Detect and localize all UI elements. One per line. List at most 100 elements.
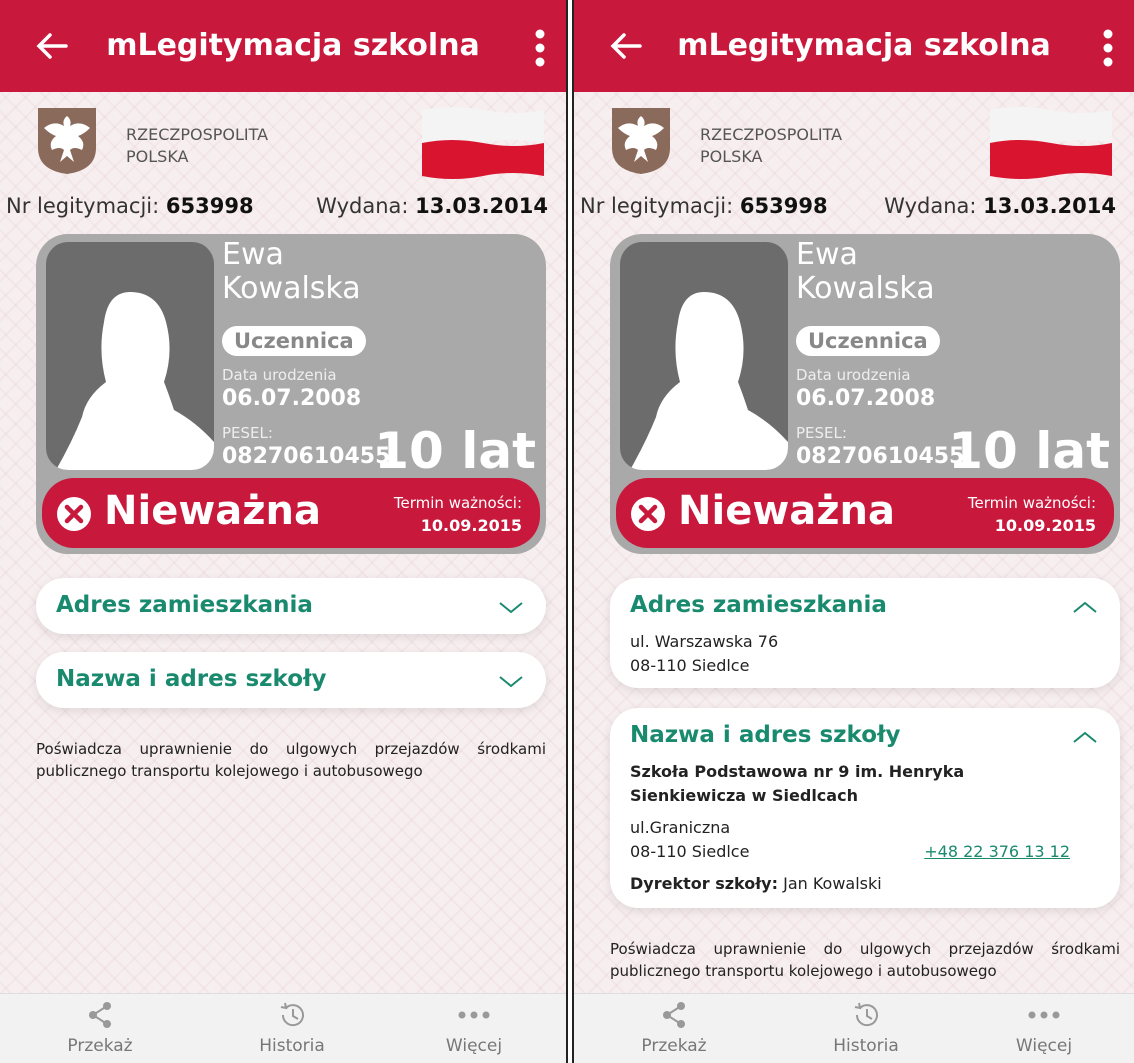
nav-more-label: Więcej — [445, 1036, 503, 1056]
birth-date-label: Data urodzenia — [796, 366, 911, 384]
school-accordion[interactable]: Nazwa i adres szkoły — [36, 652, 546, 708]
first-name: Ewa — [796, 237, 858, 272]
nav-share-label: Przekaż — [641, 1036, 707, 1056]
id-card: Ewa Kowalska Uczennica Data urodzenia 06… — [610, 234, 1120, 554]
chevron-up-icon[interactable] — [1072, 728, 1098, 746]
state-name-line1: RZECZPOSPOLITA — [700, 125, 843, 144]
close-circle-icon — [631, 497, 665, 531]
more-vert-icon[interactable] — [532, 28, 548, 68]
chevron-down-icon[interactable] — [498, 672, 524, 690]
status-text: Nieważna — [678, 488, 896, 534]
state-header: RZECZPOSPOLITA POLSKA — [0, 92, 566, 202]
last-name: Kowalska — [222, 271, 361, 306]
app-title: mLegitymacja szkolna — [106, 28, 480, 63]
app-bar: mLegitymacja szkolna — [574, 0, 1134, 92]
age-value: 10 lat — [374, 422, 536, 480]
status-badge: Nieważna Termin ważności: 10.09.2015 — [42, 478, 540, 548]
app-bar: mLegitymacja szkolna — [0, 0, 566, 92]
close-circle-icon — [57, 497, 91, 531]
history-icon — [280, 1002, 304, 1027]
school-accordion-title: Nazwa i adres szkoły — [630, 722, 901, 748]
entitlement-note: Poświadcza uprawnienie do ulgowych przej… — [36, 740, 546, 780]
chevron-down-icon[interactable] — [498, 598, 524, 616]
nav-more-label: Więcej — [1015, 1036, 1073, 1056]
state-name: RZECZPOSPOLITA POLSKA — [126, 124, 268, 168]
share-icon — [663, 1002, 685, 1028]
bottom-nav: Przekaż Historia Więcej — [574, 993, 1134, 1063]
school-accordion[interactable]: Nazwa i adres szkoły Szkoła Podstawowa n… — [610, 708, 1120, 908]
issued-date-value: 13.03.2014 — [415, 194, 548, 218]
nav-history[interactable]: Historia — [796, 1000, 936, 1056]
pesel-value: 08270610455 — [222, 444, 391, 469]
issued-label: Wydana: — [316, 194, 409, 218]
bottom-nav: Przekaż Historia Więcej — [0, 993, 566, 1063]
address-street: ul. Warszawska 76 — [630, 632, 779, 651]
state-name-line2: POLSKA — [126, 147, 189, 166]
id-card: Ewa Kowalska Uczennica Data urodzenia 06… — [36, 234, 546, 554]
expiry-date: 10.09.2015 — [994, 516, 1096, 535]
issued-date: Wydana: 13.03.2014 — [316, 194, 548, 218]
address-city: 08-110 Siedlce — [630, 656, 750, 675]
address-accordion[interactable]: Adres zamieszkania — [36, 578, 546, 634]
card-number-value: 653998 — [739, 194, 828, 218]
more-horiz-icon — [458, 1011, 490, 1019]
school-accordion-title: Nazwa i adres szkoły — [56, 666, 327, 692]
app-title: mLegitymacja szkolna — [677, 28, 1051, 63]
birth-date-label: Data urodzenia — [222, 366, 337, 384]
screen-collapsed: mLegitymacja szkolna RZECZPOSPOLITA POLS… — [0, 0, 568, 1063]
more-horiz-icon — [1028, 1011, 1060, 1019]
status-text: Nieważna — [104, 488, 322, 534]
card-meta-row: Nr legitymacji: 653998 Wydana: 13.03.201… — [574, 194, 1134, 224]
card-number-label: Nr legitymacji: — [6, 194, 160, 218]
screen-expanded: mLegitymacja szkolna RZECZPOSPOLITA POLS… — [572, 0, 1134, 1063]
role-badge: Uczennica — [796, 326, 940, 356]
card-meta-row: Nr legitymacji: 653998 Wydana: 13.03.201… — [0, 194, 566, 224]
nav-more[interactable]: Więcej — [404, 1000, 544, 1056]
entitlement-note: Poświadcza uprawnienie do ulgowych przej… — [610, 940, 1120, 980]
school-director: Dyrektor szkoły: Jan Kowalski — [630, 874, 882, 893]
issued-date-value: 13.03.2014 — [983, 194, 1116, 218]
nav-more[interactable]: Więcej — [974, 1000, 1114, 1056]
director-label: Dyrektor szkoły: — [630, 874, 778, 893]
card-number-label: Nr legitymacji: — [580, 194, 734, 218]
school-city: 08-110 Siedlce — [630, 842, 750, 861]
state-name: RZECZPOSPOLITA POLSKA — [700, 124, 842, 168]
school-phone-link[interactable]: +48 22 376 13 12 — [924, 842, 1070, 861]
role-badge: Uczennica — [222, 326, 366, 356]
person-name: Ewa Kowalska — [796, 238, 935, 306]
chevron-up-icon[interactable] — [1072, 598, 1098, 616]
address-accordion[interactable]: Adres zamieszkania ul. Warszawska 76 08-… — [610, 578, 1120, 688]
expiry-label: Termin ważności: — [967, 494, 1096, 512]
birth-date-value: 06.07.2008 — [796, 386, 936, 411]
card-number: Nr legitymacji: 653998 — [580, 194, 828, 218]
pesel-label: PESEL: — [796, 424, 847, 442]
nav-history[interactable]: Historia — [222, 1000, 362, 1056]
card-number: Nr legitymacji: 653998 — [6, 194, 254, 218]
nav-share-label: Przekaż — [67, 1036, 133, 1056]
nav-history-label: Historia — [259, 1036, 325, 1056]
address-accordion-title: Adres zamieszkania — [56, 592, 313, 618]
avatar — [620, 242, 788, 470]
person-silhouette-icon — [56, 292, 214, 470]
issued-date: Wydana: 13.03.2014 — [884, 194, 1116, 218]
school-name-line1: Szkoła Podstawowa nr 9 im. Henryka — [630, 762, 965, 781]
address-accordion-title: Adres zamieszkania — [630, 592, 887, 618]
birth-date-value: 06.07.2008 — [222, 386, 362, 411]
state-name-line1: RZECZPOSPOLITA — [126, 125, 269, 144]
pesel-value: 08270610455 — [796, 444, 965, 469]
expiry-label: Termin ważności: — [393, 494, 522, 512]
card-number-value: 653998 — [165, 194, 254, 218]
avatar — [46, 242, 214, 470]
eagle-emblem-icon — [612, 108, 670, 174]
nav-share[interactable]: Przekaż — [604, 1000, 744, 1056]
more-vert-icon[interactable] — [1100, 28, 1116, 68]
expiry-date: 10.09.2015 — [420, 516, 522, 535]
age-value: 10 lat — [948, 422, 1110, 480]
pesel-label: PESEL: — [222, 424, 273, 442]
poland-flag-icon — [990, 107, 1112, 179]
first-name: Ewa — [222, 237, 284, 272]
nav-share[interactable]: Przekaż — [30, 1000, 170, 1056]
issued-label: Wydana: — [884, 194, 977, 218]
state-header: RZECZPOSPOLITA POLSKA — [574, 92, 1134, 202]
last-name: Kowalska — [796, 271, 935, 306]
